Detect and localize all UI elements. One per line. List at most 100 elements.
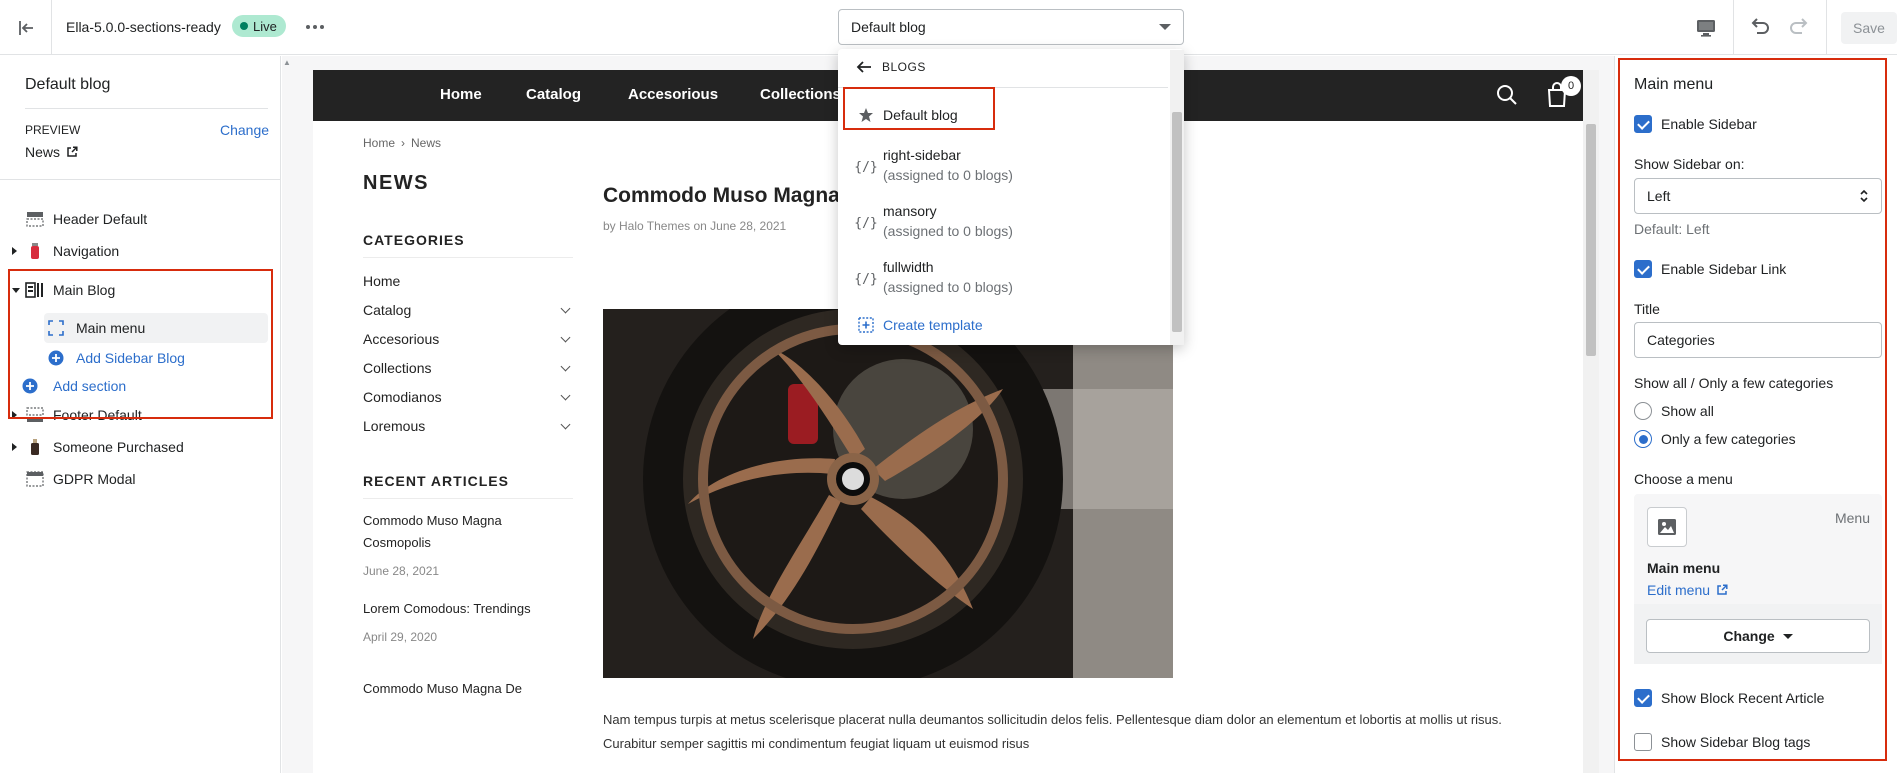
categories-heading: CATEGORIES [363, 232, 465, 248]
nav-link-catalog[interactable]: Catalog [526, 86, 581, 103]
header-icon [25, 209, 45, 229]
chevron-down-icon[interactable] [560, 390, 571, 400]
template-title: Default blog [25, 76, 111, 93]
breadcrumb-current: News [411, 136, 442, 150]
recent-article-title[interactable]: Commodo Muso Magna De [363, 678, 543, 700]
highlight-box [1618, 58, 1887, 761]
section-label: Someone Purchased [53, 439, 184, 455]
divider [25, 108, 268, 109]
save-button[interactable]: Save [1841, 12, 1897, 44]
category-item[interactable]: Comodianos [363, 389, 573, 405]
dropdown-item-label: mansory [883, 203, 937, 219]
expand-arrow-icon[interactable] [12, 443, 17, 451]
section-gdpr-modal[interactable]: GDPR Modal [0, 466, 281, 492]
navigation-icon [25, 241, 45, 261]
preview-change-link[interactable]: Change [220, 122, 269, 138]
recent-article-date: June 28, 2021 [363, 564, 440, 578]
add-template-icon [856, 315, 876, 335]
category-item[interactable]: Catalog [363, 302, 573, 318]
redo-icon [1790, 18, 1808, 34]
separator [1733, 0, 1734, 55]
section-label: GDPR Modal [53, 471, 136, 487]
section-navigation[interactable]: Navigation [0, 238, 281, 264]
arrow-left-icon [856, 61, 871, 73]
chevron-down-icon[interactable] [560, 361, 571, 371]
device-toggle[interactable] [1692, 14, 1720, 42]
dropdown-item-fullwidth[interactable]: {/} fullwidth (assigned to 0 blogs) [838, 253, 1168, 305]
category-item[interactable]: Loremous [363, 418, 573, 434]
create-template-label: Create template [883, 317, 983, 333]
chevron-right-icon: › [401, 136, 406, 150]
breadcrumb-home[interactable]: Home [363, 136, 395, 150]
recent-articles-heading: RECENT ARTICLES [363, 473, 509, 489]
highlight-box [8, 269, 273, 419]
dropdown-item-sub: (assigned to 0 blogs) [883, 223, 1013, 239]
dropdown-item-right-sidebar[interactable]: {/} right-sidebar (assigned to 0 blogs) [838, 141, 1168, 193]
template-icon: {/} [854, 271, 878, 287]
back-label: BLOGS [882, 60, 926, 74]
undo-button[interactable] [1746, 13, 1774, 41]
scroll-up-icon[interactable]: ▲ [283, 58, 293, 68]
section-label: Header Default [53, 211, 148, 227]
chevron-down-icon[interactable] [560, 419, 571, 429]
dropdown-item-mansory[interactable]: {/} mansory (assigned to 0 blogs) [838, 197, 1168, 249]
preview-value-text: News [25, 144, 61, 160]
chevron-down-icon[interactable] [560, 332, 571, 342]
divider [0, 179, 281, 180]
article-image[interactable] [603, 309, 1173, 678]
category-item[interactable]: Collections [363, 360, 573, 376]
nav-link-collections[interactable]: Collections [760, 86, 841, 103]
preview-scrollbar-thumb[interactable] [1586, 124, 1596, 356]
article-meta: by Halo Themes on June 28, 2021 [603, 219, 787, 233]
desktop-icon [1697, 20, 1715, 37]
page-heading: NEWS [363, 172, 429, 194]
divider [363, 498, 573, 499]
section-label: Navigation [53, 243, 120, 259]
more-actions-button[interactable] [302, 14, 328, 40]
back-to-blogs[interactable]: BLOGS [856, 60, 926, 74]
redo-button[interactable] [1785, 13, 1813, 41]
category-label: Collections [363, 360, 432, 376]
recent-article-date: April 29, 2020 [363, 630, 438, 644]
dropdown-scrollbar-thumb[interactable] [1172, 112, 1182, 332]
exit-button[interactable] [0, 0, 52, 55]
live-label: Live [253, 18, 277, 34]
preview-label: PREVIEW [25, 123, 81, 137]
nav-link-home[interactable]: Home [440, 86, 482, 103]
caret-down-icon [1159, 24, 1171, 30]
dropdown-item-label: right-sidebar [883, 147, 961, 163]
recent-article-title[interactable]: Lorem Comodous: Trendings [363, 598, 543, 620]
template-icon: {/} [854, 159, 878, 175]
expand-arrow-icon[interactable] [12, 247, 17, 255]
search-icon[interactable] [1495, 83, 1519, 110]
top-bar: Ella-5.0.0-sections-ready Live Default b… [0, 0, 1897, 55]
category-item[interactable]: Home [363, 273, 573, 289]
divider [363, 257, 573, 258]
theme-name: Ella-5.0.0-sections-ready [66, 19, 221, 35]
modal-icon [25, 469, 45, 489]
template-icon: {/} [854, 215, 878, 231]
preview-value[interactable]: News [25, 144, 78, 160]
undo-icon [1751, 18, 1769, 34]
category-label: Loremous [363, 418, 426, 434]
category-label: Catalog [363, 302, 412, 318]
template-select[interactable]: Default blog [838, 9, 1184, 45]
dropdown-item-sub: (assigned to 0 blogs) [883, 167, 1013, 183]
section-header-default[interactable]: Header Default [0, 206, 281, 232]
article-title[interactable]: Commodo Muso Magna C [603, 184, 861, 208]
live-badge: Live [232, 15, 286, 37]
chevron-down-icon[interactable] [560, 303, 571, 313]
nav-link-accesorious[interactable]: Accesorious [628, 86, 718, 103]
breadcrumb: Home › News [363, 136, 441, 150]
category-label: Home [363, 273, 401, 289]
template-select-value: Default blog [851, 19, 926, 35]
recent-article-title[interactable]: Commodo Muso Magna Cosmopolis [363, 510, 543, 554]
bottle-icon [25, 437, 45, 457]
external-link-icon [67, 146, 78, 157]
separator [1826, 0, 1827, 55]
create-template-button[interactable]: Create template [838, 311, 1168, 339]
section-someone-purchased[interactable]: Someone Purchased [0, 434, 281, 460]
category-label: Accesorious [363, 331, 440, 347]
category-item[interactable]: Accesorious [363, 331, 573, 347]
category-label: Comodianos [363, 389, 442, 405]
